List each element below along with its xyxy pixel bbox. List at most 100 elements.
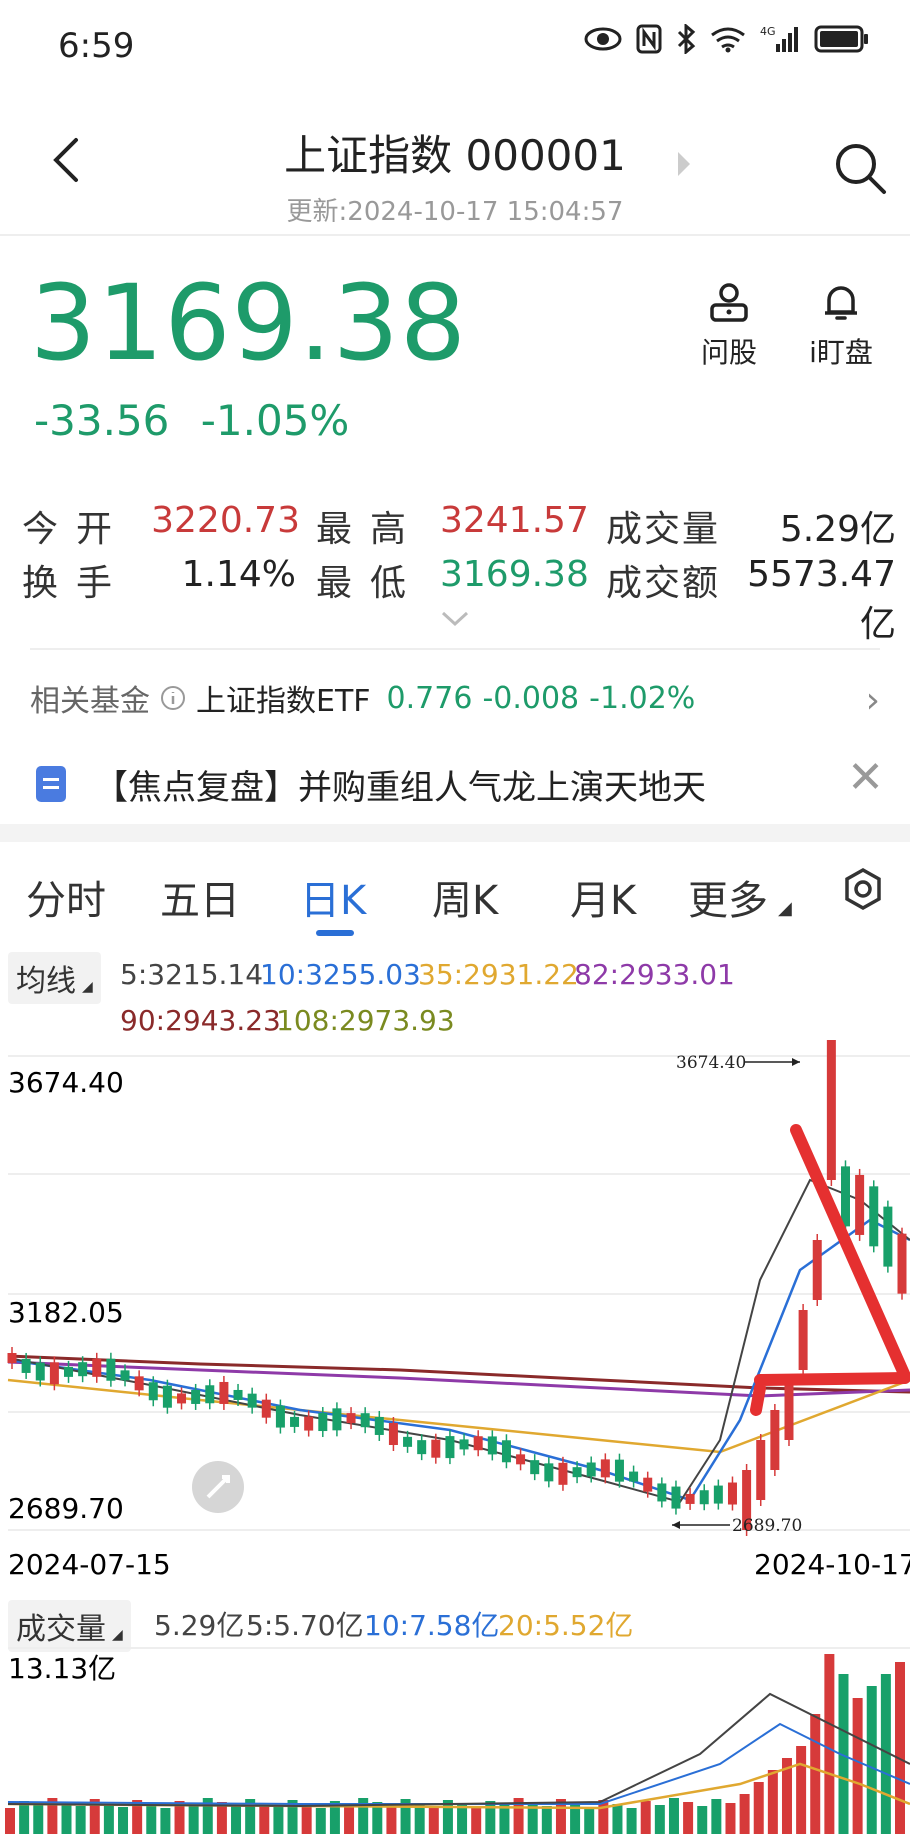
volume-bar bbox=[499, 1805, 510, 1834]
ma-selector[interactable]: 均线 ◢ bbox=[8, 952, 101, 1004]
candle bbox=[261, 1393, 271, 1424]
watch-alert-button[interactable]: i盯盘 bbox=[798, 280, 884, 371]
candle bbox=[544, 1457, 554, 1488]
tab-intraday[interactable]: 分时 bbox=[26, 868, 106, 926]
change-value: -33.56 bbox=[34, 396, 170, 445]
candle bbox=[247, 1387, 257, 1414]
ma35-value: 35:2931.22 bbox=[418, 958, 579, 991]
4g-signal-icon: 4G bbox=[760, 25, 798, 52]
volume-bar bbox=[33, 1805, 44, 1834]
volume-bar bbox=[188, 1805, 199, 1834]
volume-max-label: 13.13亿 bbox=[8, 1652, 116, 1685]
person-icon bbox=[710, 283, 748, 322]
volume-bar bbox=[344, 1805, 355, 1834]
gear-icon bbox=[845, 867, 881, 911]
wifi-icon bbox=[711, 27, 745, 53]
candle bbox=[92, 1352, 102, 1383]
candle bbox=[374, 1410, 384, 1441]
volume-bar bbox=[753, 1782, 764, 1834]
tab-weekly-k[interactable]: 周K bbox=[432, 868, 498, 926]
volume-bar bbox=[315, 1808, 326, 1834]
volume-selector-label: 成交量 bbox=[16, 1612, 106, 1647]
vol-ma10: 10:7.58亿 bbox=[364, 1609, 500, 1642]
volume-bar bbox=[626, 1808, 637, 1834]
volume-chart[interactable]: 13.13亿 bbox=[0, 1644, 910, 1843]
volume-label: 成交量 bbox=[606, 509, 721, 550]
header-divider bbox=[0, 234, 910, 236]
ma-dropdown-icon: ◢ bbox=[82, 979, 93, 995]
volume-bar bbox=[598, 1800, 609, 1834]
kline-chart[interactable]: 3674.40 3182.05 2689.70 3674.40 2689.70 … bbox=[0, 1040, 910, 1630]
max-marker-label: 3674.40 bbox=[676, 1053, 746, 1073]
candle bbox=[530, 1454, 540, 1481]
change-percent: -1.05% bbox=[200, 396, 350, 445]
ma5-value: 5:3215.14 bbox=[120, 958, 264, 991]
volume-bar bbox=[810, 1714, 821, 1834]
search-button[interactable] bbox=[830, 138, 890, 198]
volume-bar bbox=[273, 1807, 284, 1834]
volume-bar bbox=[386, 1806, 397, 1834]
vol-ma20: 20:5.52亿 bbox=[498, 1609, 634, 1642]
volume-bar bbox=[485, 1801, 496, 1834]
related-fund-label: 相关基金 bbox=[30, 684, 150, 719]
volume-dropdown-icon: ◢ bbox=[112, 1627, 123, 1643]
tab-monthly-k[interactable]: 月K bbox=[570, 868, 636, 926]
news-headline[interactable]: 【焦点复盘】并购重组人气龙上演天地天 bbox=[94, 760, 706, 809]
ma-selector-label: 均线 bbox=[16, 964, 76, 999]
volume-bar bbox=[584, 1807, 595, 1834]
volume-bar bbox=[541, 1806, 552, 1834]
eye-icon bbox=[584, 27, 622, 51]
volume-bar bbox=[428, 1807, 439, 1834]
status-icons: 4G bbox=[584, 24, 870, 54]
candle bbox=[417, 1434, 427, 1461]
price-change: -33.56 -1.05% bbox=[34, 396, 349, 445]
candle bbox=[459, 1433, 469, 1456]
volume-bar bbox=[895, 1662, 905, 1834]
tab-more-label: 更多 bbox=[688, 878, 768, 924]
next-stock-arrow-icon[interactable] bbox=[678, 152, 690, 176]
candle bbox=[629, 1465, 639, 1488]
tab-more[interactable]: 更多 ◢ bbox=[688, 868, 792, 926]
fund-price: 0.776 bbox=[386, 680, 473, 716]
header-title-block: 上证指数 000001 更新:2024-10-17 15:04:57 bbox=[0, 122, 910, 228]
low-value: 3169.38 bbox=[440, 554, 589, 595]
search-icon bbox=[836, 144, 886, 194]
volume-bar bbox=[118, 1807, 129, 1834]
expand-stats-button[interactable] bbox=[440, 608, 470, 628]
chart-settings-button[interactable] bbox=[840, 866, 886, 912]
volume-bar bbox=[725, 1803, 736, 1834]
volume-bar bbox=[796, 1746, 807, 1834]
svg-text:4G: 4G bbox=[760, 25, 776, 38]
candle bbox=[897, 1227, 907, 1300]
watch-alert-label: i盯盘 bbox=[809, 336, 873, 369]
ask-stock-button[interactable]: 问股 bbox=[690, 280, 768, 371]
volume-bar bbox=[160, 1808, 171, 1834]
candle bbox=[487, 1430, 497, 1461]
tab-five-day[interactable]: 五日 bbox=[160, 868, 240, 926]
chevron-down-icon bbox=[441, 611, 469, 627]
volume-bar bbox=[103, 1803, 114, 1834]
stats-divider bbox=[30, 648, 880, 650]
related-fund-row[interactable]: 相关基金 上证指数ETF 0.776 -0.008 -1.02% bbox=[30, 676, 695, 720]
info-icon[interactable] bbox=[160, 685, 186, 711]
candle bbox=[205, 1379, 215, 1410]
edit-float-button[interactable] bbox=[192, 1461, 244, 1513]
bell-icon bbox=[825, 286, 857, 320]
volume-bar bbox=[442, 1800, 453, 1834]
volume-bar bbox=[668, 1798, 679, 1834]
ask-stock-label: 问股 bbox=[700, 336, 757, 369]
x-axis-start-date: 2024-07-15 bbox=[8, 1548, 171, 1581]
volume-bar bbox=[457, 1804, 468, 1834]
volume-bar bbox=[259, 1803, 270, 1834]
volume-bar bbox=[697, 1806, 708, 1834]
volume-bar bbox=[852, 1698, 863, 1834]
bluetooth-icon bbox=[677, 24, 696, 54]
close-news-button[interactable]: ✕ bbox=[847, 752, 884, 803]
volume-bar bbox=[711, 1799, 722, 1834]
amount-value: 5573.47亿 bbox=[747, 554, 896, 645]
ma90-value: 90:2943.23 bbox=[120, 1004, 281, 1037]
fund-arrow-icon[interactable]: › bbox=[866, 680, 880, 721]
news-doc-icon bbox=[36, 766, 66, 802]
tab-daily-k[interactable]: 日K bbox=[300, 868, 366, 926]
turnover-label: 换手 bbox=[22, 563, 131, 604]
